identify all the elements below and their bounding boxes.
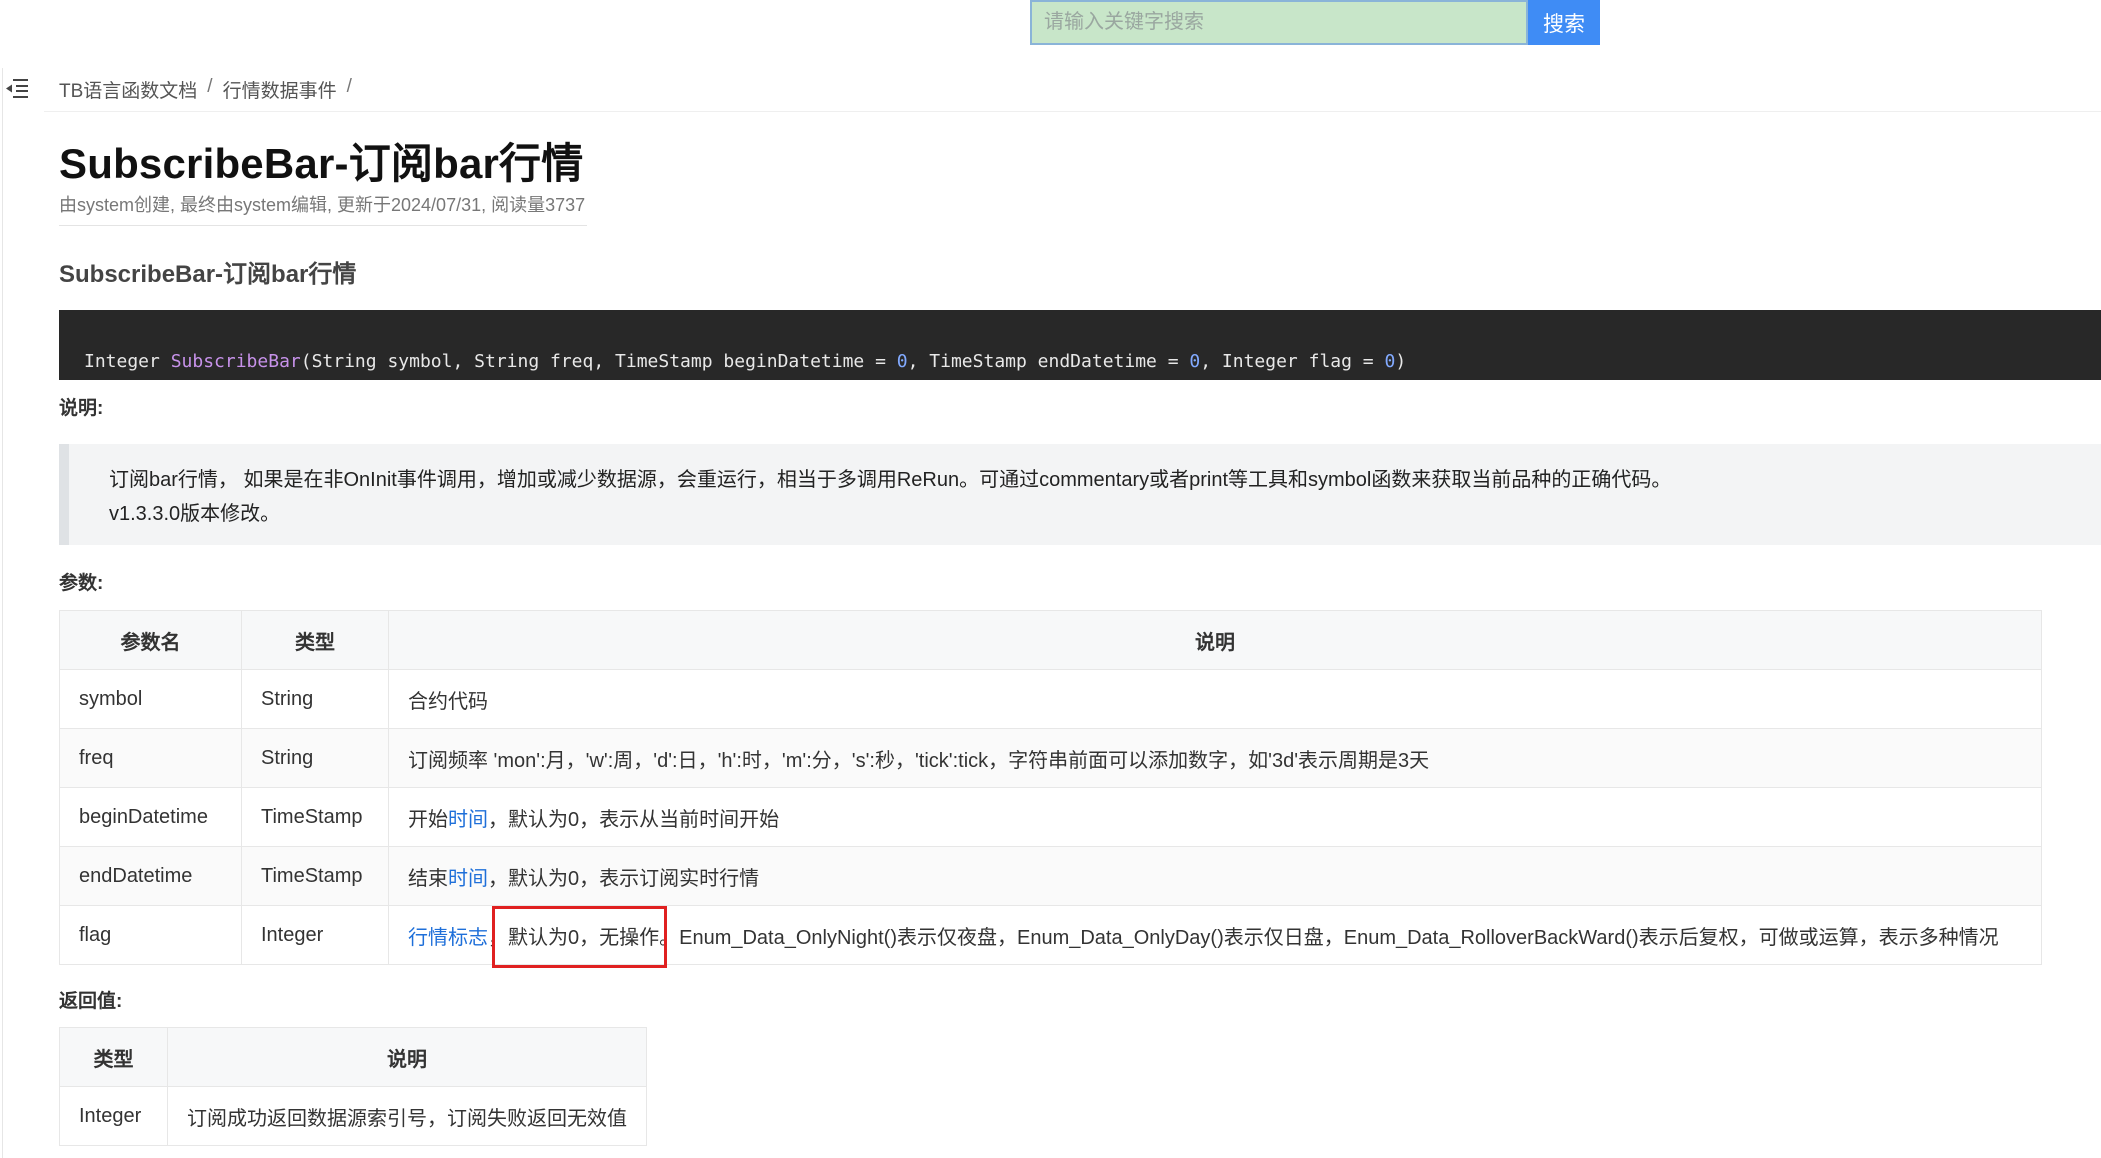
code-default-value: 0 [1384,351,1396,372]
param-name: endDatetime [59,846,242,906]
param-type: String [241,728,389,788]
param-name: flag [59,905,242,965]
code-params: , TimeStamp endDatetime = [907,351,1190,372]
meta-divider [59,225,587,226]
section-title: SubscribeBar-订阅bar行情 [59,261,357,288]
page-meta: 由system创建, 最终由system编辑, 更新于2024/07/31, 阅… [59,195,586,215]
column-header: 说明 [167,1027,647,1087]
description-label: 说明: [59,398,104,419]
column-header: 类型 [59,1027,168,1087]
param-type: String [241,669,389,729]
param-desc-text: ，默认为0，无操作。Enum_Data_OnlyNight()表示仅夜盘，Enu… [488,926,1999,949]
description-line: 订阅bar行情， 如果是在非OnInit事件调用，增加或减少数据源，会重运行，相… [109,469,1672,491]
table-header-row: 类型 说明 [59,1027,647,1087]
table-row: flag Integer 行情标志，默认为0，无操作。Enum_Data_Onl… [59,905,2042,965]
column-header: 说明 [388,610,2042,670]
param-desc-text: ，默认为0，表示从当前时间开始 [488,808,780,831]
params-label: 参数: [59,573,104,594]
param-desc: 合约代码 [388,669,2042,729]
returns-label: 返回值: [59,991,123,1012]
returns-table: 类型 说明 Integer 订阅成功返回数据源索引号，订阅失败返回无效值 [59,1027,647,1146]
code-params: ) [1395,351,1407,372]
param-desc-text: 结束 [408,867,448,890]
return-desc: 订阅成功返回数据源索引号，订阅失败返回无效值 [167,1086,647,1146]
annotation-highlight-box [492,906,667,968]
search-button[interactable]: 搜索 [1528,0,1600,45]
table-row: Integer 订阅成功返回数据源索引号，订阅失败返回无效值 [59,1086,647,1146]
search-bar: 搜索 [1030,0,1600,45]
column-header: 类型 [241,610,389,670]
breadcrumb-item-docs[interactable]: TB语言函数文档 [59,76,197,103]
time-link[interactable]: 时间 [448,868,488,890]
table-row: beginDatetime TimeStamp 开始时间，默认为0，表示从当前时… [59,787,2042,847]
param-name: freq [59,728,242,788]
param-type: TimeStamp [241,787,389,847]
param-desc: 开始时间，默认为0，表示从当前时间开始 [388,787,2042,847]
param-name: symbol [59,669,242,729]
param-desc-text: 开始 [408,808,448,831]
column-header: 参数名 [59,610,242,670]
code-default-value: 0 [1189,351,1201,372]
table-row: symbol String 合约代码 [59,669,2042,729]
toc-toggle-icon[interactable] [4,76,30,100]
search-input[interactable] [1030,0,1528,45]
breadcrumb-separator: / [346,76,352,97]
param-desc: 结束时间，默认为0，表示订阅实时行情 [388,846,2042,906]
breadcrumb-separator: / [207,76,213,97]
table-header-row: 参数名 类型 说明 [59,610,2042,670]
breadcrumb: TB语言函数文档 / 行情数据事件 / [59,76,352,103]
page-title: SubscribeBar-订阅bar行情 [59,140,584,187]
sidebar-divider [2,68,3,1158]
code-params: (String symbol, String freq, TimeStamp b… [300,351,897,372]
param-name: beginDatetime [59,787,242,847]
param-desc: 订阅频率 'mon':月，'w':周，'d':日，'h':时，'m':分，'s'… [388,728,2042,788]
description-block: 订阅bar行情， 如果是在非OnInit事件调用，增加或减少数据源，会重运行，相… [59,444,2101,545]
description-line: v1.3.3.0版本修改。 [109,503,281,525]
return-type: Integer [59,1086,168,1146]
param-type: Integer [241,905,389,965]
function-signature: Integer SubscribeBar(String symbol, Stri… [84,351,1406,372]
code-default-value: 0 [896,351,908,372]
time-link[interactable]: 时间 [448,809,488,831]
breadcrumb-divider [44,111,2101,112]
code-return-type: Integer [84,351,160,372]
param-desc-text: ，默认为0，表示订阅实时行情 [488,867,760,890]
table-row: freq String 订阅频率 'mon':月，'w':周，'d':日，'h'… [59,728,2042,788]
code-function-name: SubscribeBar [170,351,301,372]
param-type: TimeStamp [241,846,389,906]
params-table: 参数名 类型 说明 symbol String 合约代码 freq String… [59,610,2042,965]
market-flag-link[interactable]: 行情标志 [408,927,488,949]
code-block: Integer SubscribeBar(String symbol, Stri… [59,310,2101,380]
table-row: endDatetime TimeStamp 结束时间，默认为0，表示订阅实时行情 [59,846,2042,906]
code-params: , Integer flag = [1200,351,1385,372]
breadcrumb-item-market-events[interactable]: 行情数据事件 [223,76,337,103]
